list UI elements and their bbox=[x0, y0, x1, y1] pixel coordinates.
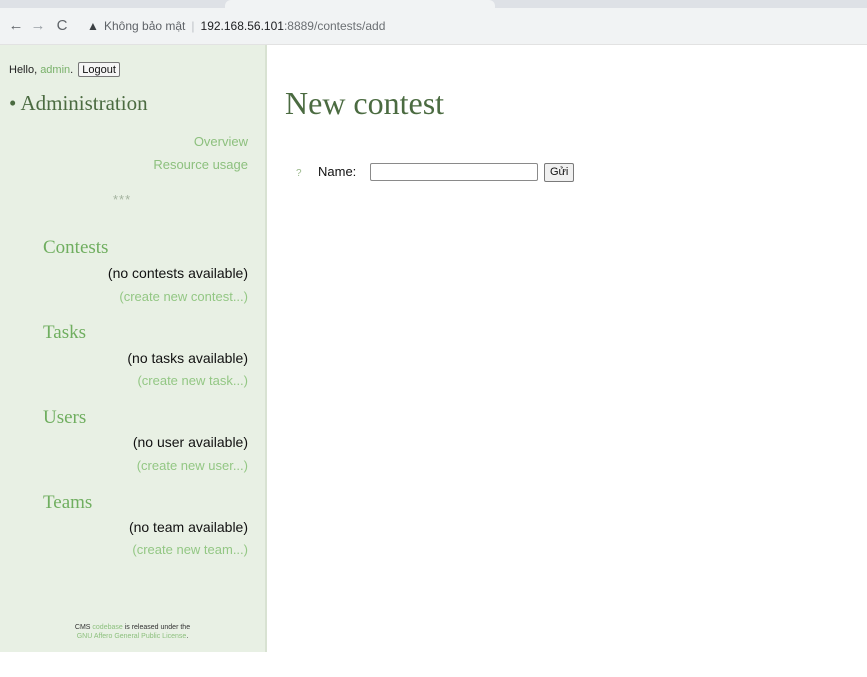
url-separator: | bbox=[191, 19, 195, 33]
username-link[interactable]: admin bbox=[40, 64, 70, 76]
footer-period: . bbox=[186, 633, 189, 640]
reload-icon[interactable]: C bbox=[53, 17, 71, 35]
create-team-link[interactable]: (create new team...) bbox=[132, 542, 248, 557]
contests-empty-note: (no contests available) bbox=[107, 265, 248, 281]
greeting-suffix: . bbox=[70, 64, 74, 76]
help-icon[interactable]: ? bbox=[296, 168, 302, 179]
teams-empty-note: (no team available) bbox=[128, 519, 248, 535]
logout-button[interactable]: Logout bbox=[78, 62, 120, 77]
users-heading: Users bbox=[43, 407, 87, 428]
administration-heading[interactable]: • Administration bbox=[9, 91, 148, 116]
security-label[interactable]: Không bảo mật bbox=[104, 19, 185, 33]
users-empty-note: (no user available) bbox=[132, 434, 248, 450]
license-link[interactable]: GNU Affero General Public License bbox=[77, 633, 187, 640]
active-tab[interactable] bbox=[225, 0, 495, 8]
greeting-prefix: Hello, bbox=[9, 64, 41, 76]
sidebar: Hello, admin. Logout • Administration Ov… bbox=[0, 45, 267, 652]
name-label: Name: bbox=[318, 164, 357, 179]
forward-arrow-icon[interactable]: → bbox=[29, 17, 47, 35]
resource-usage-link[interactable]: Resource usage bbox=[153, 157, 248, 172]
warning-icon[interactable]: ▲ bbox=[86, 14, 100, 38]
browser-toolbar: ← → C ▲ Không bảo mật | 192.168.56.101:8889… bbox=[0, 0, 867, 45]
tasks-heading: Tasks bbox=[43, 322, 87, 343]
footer-line-2: GNU Affero General Public License. bbox=[0, 632, 265, 641]
footer-released: is released under the bbox=[122, 624, 191, 631]
back-arrow-icon[interactable]: ← bbox=[7, 17, 25, 35]
create-contest-link[interactable]: (create new contest...) bbox=[119, 289, 248, 304]
create-user-link[interactable]: (create new user...) bbox=[137, 458, 248, 473]
create-task-link[interactable]: (create new task...) bbox=[137, 373, 248, 388]
page-title: New contest bbox=[285, 85, 445, 121]
contests-heading: Contests bbox=[43, 237, 109, 258]
license-footer: CMS codebase is released under the GNU A… bbox=[0, 623, 265, 641]
footer-prefix: CMS bbox=[74, 624, 93, 631]
codebase-link[interactable]: codebase bbox=[92, 624, 122, 631]
address-bar[interactable]: ▲ Không bảo mật | 192.168.56.101:8889/conte… bbox=[86, 14, 856, 38]
contest-name-input[interactable] bbox=[370, 163, 538, 181]
url-host[interactable]: 192.168.56.101 bbox=[201, 19, 284, 33]
separator-stars: *** bbox=[113, 192, 132, 207]
teams-heading: Teams bbox=[43, 492, 93, 513]
url-path[interactable]: :8889/contests/add bbox=[284, 19, 385, 33]
overview-link[interactable]: Overview bbox=[194, 134, 248, 149]
greeting: Hello, admin. Logout bbox=[9, 62, 120, 77]
footer-line-1: CMS codebase is released under the bbox=[0, 623, 265, 632]
tasks-empty-note: (no tasks available) bbox=[127, 350, 248, 366]
submit-button[interactable]: Gửi bbox=[544, 163, 575, 182]
